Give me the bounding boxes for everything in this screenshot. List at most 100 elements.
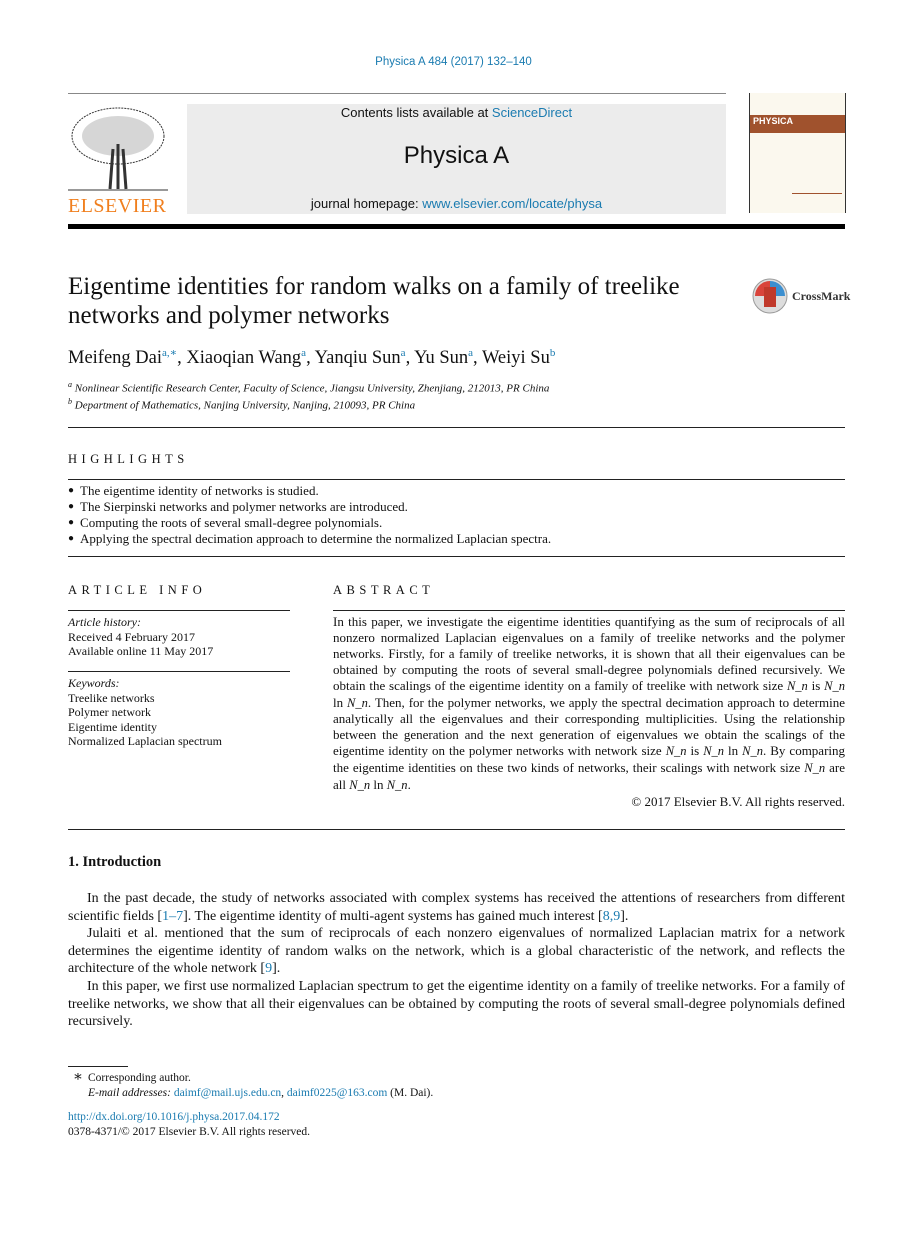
affiliation-text: Department of Mathematics, Nanjing Unive… [74,399,416,412]
cover-title: PHYSICA [753,116,794,126]
footnote-rule [68,1066,128,1067]
abstract-text-run: ln [333,694,348,710]
sciencedirect-link[interactable]: ScienceDirect [492,105,572,120]
journal-citation[interactable]: Physica A 484 (2017) 132–140 [0,56,907,68]
author-affiliation-marker[interactable]: a [401,347,406,359]
author-affiliation-marker[interactable]: a [468,347,473,359]
divider [68,610,290,611]
doi-link[interactable]: http://dx.doi.org/10.1016/j.physa.2017.0… [68,1110,310,1125]
divider [68,671,290,672]
footnote: ∗ Corresponding author. E-mail addresses:… [68,1070,433,1100]
email-link[interactable]: daimf@mail.ujs.edu.cn [174,1087,281,1099]
crossmark-label: CrossMark [792,288,851,303]
abstract-text: In this paper, we investigate the eigent… [333,614,845,794]
affiliation-text: Nonlinear Scientific Research Center, Fa… [74,382,550,395]
author-affiliation-marker[interactable]: a [301,347,306,359]
article-title: Eigentime identities for random walks on… [68,273,680,329]
received-date: Received 4 February 2017 [68,629,195,644]
math-symbol: N_n [824,678,846,693]
keywords: Keywords: Treelike networks Polymer netwo… [68,676,290,749]
author: Yu Sun [414,348,469,369]
introduction-body: In the past decade, the study of network… [68,890,845,1031]
bullet-icon: ● [68,533,75,544]
reference-link[interactable]: 8,9 [603,909,621,924]
affiliation-b: b Department of Mathematics, Nanjing Uni… [68,397,415,412]
math-symbol: N_n [703,744,725,759]
highlights-list: ● The eigentime identity of networks is s… [68,483,551,547]
article-info-heading: ARTICLE INFO [68,583,207,597]
journal-name: Physica A [403,142,510,169]
bullet-icon: ● [68,485,75,496]
author-affiliation-marker[interactable]: b [550,347,556,359]
corresponding-author-note: Corresponding author. [88,1072,191,1084]
bullet-icon: ● [68,501,75,512]
email-link[interactable]: daimf0225@163.com [287,1087,387,1099]
reference-link[interactable]: 1–7 [162,909,183,924]
tree-icon [68,107,168,191]
text-run: ]. [272,961,281,977]
keyword: Normalized Laplacian spectrum [68,734,222,748]
abstract-copyright: © 2017 Elsevier B.V. All rights reserved… [631,793,845,809]
highlight-item: ● Applying the spectral decimation approa… [68,531,551,547]
highlights-heading: HIGHLIGHTS [68,452,189,466]
math-symbol: N_n [665,744,687,759]
abstract-text-run: . [407,777,411,793]
elsevier-wordmark: ELSEVIER [68,195,167,217]
issn-copyright: 0378-4371/© 2017 Elsevier B.V. All right… [68,1125,311,1138]
affiliation-marker: a [68,380,72,389]
paragraph: In this paper, we first use normalized L… [68,978,845,1031]
text-run: ]. The eigentime identity of multi-agent… [183,908,603,924]
highlight-item: ● Computing the roots of several small-de… [68,515,551,531]
highlight-item: ● The eigentime identity of networks is s… [68,483,551,499]
paragraph: In the past decade, the study of network… [68,890,845,925]
keyword: Treelike networks [68,690,155,705]
journal-banner: Contents lists available at ScienceDirec… [187,104,726,214]
bullet-icon: ● [68,517,75,528]
author-affiliation-marker[interactable]: a,∗ [162,347,177,359]
highlight-item: ● The Sierpinski networks and polymer net… [68,499,551,515]
author: Weiyi Su [481,348,550,369]
affiliation-a: a Nonlinear Scientific Research Center, … [68,380,549,395]
elsevier-logo: ELSEVIER [68,104,168,217]
abstract-text-run: ln [370,777,387,793]
divider [333,610,845,611]
homepage-link[interactable]: www.elsevier.com/locate/physa [422,196,602,211]
footnote-marker: ∗ [72,1069,84,1085]
author: Meifeng Dai [68,348,163,369]
highlight-text: The Sierpinski networks and polymer netw… [80,499,408,514]
article-history: Article history: Received 4 February 201… [68,615,290,659]
math-symbol: N_n [347,695,368,710]
email-label: E-mail addresses: [88,1086,174,1099]
keyword: Polymer network [68,705,151,719]
divider [68,224,845,229]
divider [68,556,845,557]
email-owner: (M. Dai). [387,1086,434,1099]
divider [68,479,845,480]
online-date: Available online 11 May 2017 [68,644,214,658]
abstract-text-run: In this paper, we investigate the eigent… [333,614,845,693]
text-run: In this paper, we first use normalized L… [68,978,845,1030]
math-symbol: N_n [786,678,808,693]
paragraph: Julaiti et al. mentioned that the sum of… [68,925,845,978]
math-symbol: N_n [349,778,371,793]
text-run: ]. [620,908,629,924]
divider [68,427,845,428]
math-symbol: N_n [742,744,764,759]
author-list: Meifeng Daia,∗, Xiaoqian Wanga, Yanqiu S… [68,347,556,369]
history-label: Article history: [68,615,141,629]
abstract-heading: ABSTRACT [333,583,435,597]
crossmark-button[interactable]: CrossMark [752,278,850,314]
abstract-text-run: is [686,743,704,759]
keyword: Eigentime identity [68,719,157,734]
highlight-text: Applying the spectral decimation approac… [80,531,552,546]
math-symbol: N_n [804,761,826,776]
journal-cover: PHYSICA [749,93,846,213]
doi-block: http://dx.doi.org/10.1016/j.physa.2017.0… [68,1110,310,1139]
section-heading-introduction: 1. Introduction [68,854,162,870]
crossmark-icon [752,278,788,314]
divider [68,829,845,830]
highlight-text: The eigentime identity of networks is st… [80,483,319,498]
author: Yanqiu Sun [314,348,401,369]
divider [68,93,726,94]
abstract: In this paper, we investigate the eigent… [333,614,845,810]
